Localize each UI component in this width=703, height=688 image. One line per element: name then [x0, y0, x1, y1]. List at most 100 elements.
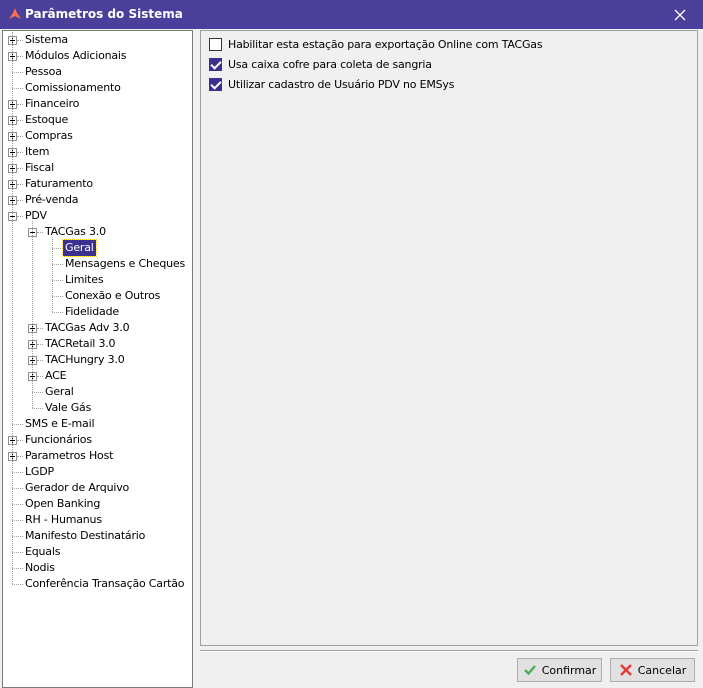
tree-connector	[12, 552, 23, 553]
tree-item[interactable]: Sistema	[23, 32, 70, 48]
tree-connector	[32, 408, 43, 409]
option-export-online[interactable]: Habilitar esta estação para exportação O…	[209, 36, 543, 52]
tree-item[interactable]: Pessoa	[23, 64, 64, 80]
tree-item-label: TACRetail 3.0	[45, 337, 116, 350]
tree-item-label: Faturamento	[25, 177, 93, 190]
tree-item-label: Financeiro	[25, 97, 80, 110]
tree-item[interactable]: Conferência Transação Cartão	[23, 576, 186, 592]
tree-item[interactable]: TACHungry 3.0	[43, 352, 127, 368]
tree-item[interactable]: Mensagens e Cheques	[63, 256, 187, 272]
tree-item[interactable]: Financeiro	[23, 96, 81, 112]
tree-item-label: Compras	[25, 129, 73, 142]
option-label: Usa caixa cofre para coleta de sangria	[228, 57, 432, 71]
tree-item[interactable]: Pré-venda	[23, 192, 80, 208]
tree-item[interactable]: Funcionários	[23, 432, 94, 448]
tree-item-label: RH - Humanus	[25, 513, 102, 526]
tree-item-label: Pessoa	[25, 65, 62, 78]
tree-item-label: TACGas Adv 3.0	[45, 321, 130, 334]
tree-connector	[12, 88, 23, 89]
checkbox[interactable]	[209, 57, 222, 71]
tree-item[interactable]: TACRetail 3.0	[43, 336, 117, 352]
tree-item[interactable]: Geral	[62, 239, 97, 257]
tree-item[interactable]: ACE	[43, 368, 68, 384]
cancel-button[interactable]: Cancelar	[610, 658, 695, 682]
tree-item[interactable]: RH - Humanus	[23, 512, 104, 528]
tree-item[interactable]: TACGas Adv 3.0	[43, 320, 131, 336]
tree-item[interactable]: Comissionamento	[23, 80, 123, 96]
tree-item[interactable]: Conexão e Outros	[63, 288, 162, 304]
tree-item-label: Mensagens e Cheques	[65, 257, 185, 270]
tree-connector	[12, 488, 23, 489]
tree-item[interactable]: Gerador de Arquivo	[23, 480, 131, 496]
title-bar: Parâmetros do Sistema	[0, 0, 703, 29]
tree-item-label: Fidelidade	[65, 305, 119, 318]
tree-connector	[52, 312, 63, 313]
tree-connector	[12, 504, 23, 505]
tree-connector	[12, 472, 23, 473]
tree-item[interactable]: Estoque	[23, 112, 70, 128]
close-button[interactable]	[657, 0, 703, 29]
tree-item-label: Fiscal	[25, 161, 54, 174]
tree-item[interactable]: SMS e E-mail	[23, 416, 96, 432]
tree-item[interactable]: Geral	[43, 384, 76, 400]
tree-item-label: Conferência Transação Cartão	[25, 577, 185, 590]
tree-item[interactable]: Manifesto Destinatário	[23, 528, 147, 544]
option-caixa-cofre[interactable]: Usa caixa cofre para coleta de sangria	[209, 56, 432, 72]
tree-item[interactable]: Limites	[63, 272, 105, 288]
tree-connector	[12, 520, 23, 521]
tree-item-label: Pré-venda	[25, 193, 79, 206]
tree-item-label: Open Banking	[25, 497, 101, 510]
tree-connector	[32, 221, 33, 408]
tree-connector	[12, 72, 23, 73]
tree-item[interactable]: Fidelidade	[63, 304, 121, 320]
tree-item[interactable]: Equals	[23, 544, 62, 560]
tree-item-label: Parametros Host	[25, 449, 114, 462]
tree-item-label: PDV	[25, 209, 47, 222]
tree-item[interactable]: Open Banking	[23, 496, 102, 512]
tree-item[interactable]: Compras	[23, 128, 75, 144]
confirm-button[interactable]: Confirmar	[517, 658, 602, 682]
checkmark-icon	[523, 665, 536, 676]
tree-item[interactable]: Fiscal	[23, 160, 56, 176]
close-icon	[674, 9, 686, 20]
tree-item[interactable]: LGDP	[23, 464, 56, 480]
tree-item[interactable]: Vale Gás	[43, 400, 93, 416]
tree-item-label: SMS e E-mail	[25, 417, 95, 430]
tree-connector	[52, 248, 63, 249]
tree-item-label: Estoque	[25, 113, 69, 126]
option-label: Utilizar cadastro de Usuário PDV no EMSy…	[228, 77, 455, 91]
option-usuario-pdv[interactable]: Utilizar cadastro de Usuário PDV no EMSy…	[209, 76, 454, 92]
tree-item-label: Gerador de Arquivo	[25, 481, 130, 494]
tree-connector	[52, 264, 63, 265]
tree-item-label: TACHungry 3.0	[45, 353, 125, 366]
confirm-label: Confirmar	[541, 663, 597, 677]
tree-connector	[32, 392, 43, 393]
tree-connector	[12, 32, 13, 584]
footer-separator	[200, 650, 698, 652]
checkbox[interactable]	[209, 37, 222, 51]
tree-item[interactable]: Nodis	[23, 560, 57, 576]
tree-item-label: Manifesto Destinatário	[25, 529, 146, 542]
parameters-tree[interactable]: Sistema Módulos Adicionais Pessoa Comission…	[2, 30, 193, 688]
tree-item-label: Geral	[45, 385, 74, 398]
window-title: Parâmetros do Sistema	[25, 7, 183, 21]
tree-item-label: Limites	[65, 273, 104, 286]
checkbox[interactable]	[209, 77, 222, 91]
tree-item[interactable]: Parametros Host	[23, 448, 115, 464]
tree-item[interactable]: PDV	[23, 208, 49, 224]
cancel-x-icon	[619, 664, 632, 676]
tree-item[interactable]: Item	[23, 144, 51, 160]
tree-item-label: Módulos Adicionais	[25, 49, 127, 62]
tree-item[interactable]: Módulos Adicionais	[23, 48, 128, 64]
parameters-panel: Habilitar esta estação para exportação O…	[200, 30, 698, 646]
tree-item-label: Funcionários	[25, 433, 92, 446]
tree-item-label: Sistema	[25, 33, 68, 46]
cancel-label: Cancelar	[637, 663, 687, 677]
tree-item[interactable]: Faturamento	[23, 176, 95, 192]
tree-item-label: Equals	[25, 545, 61, 558]
tree-connector	[52, 237, 53, 312]
tree-item-label: Item	[25, 145, 50, 158]
tree-connector	[12, 584, 23, 585]
tree-connector	[52, 296, 63, 297]
tree-item-label: Geral	[62, 239, 97, 257]
